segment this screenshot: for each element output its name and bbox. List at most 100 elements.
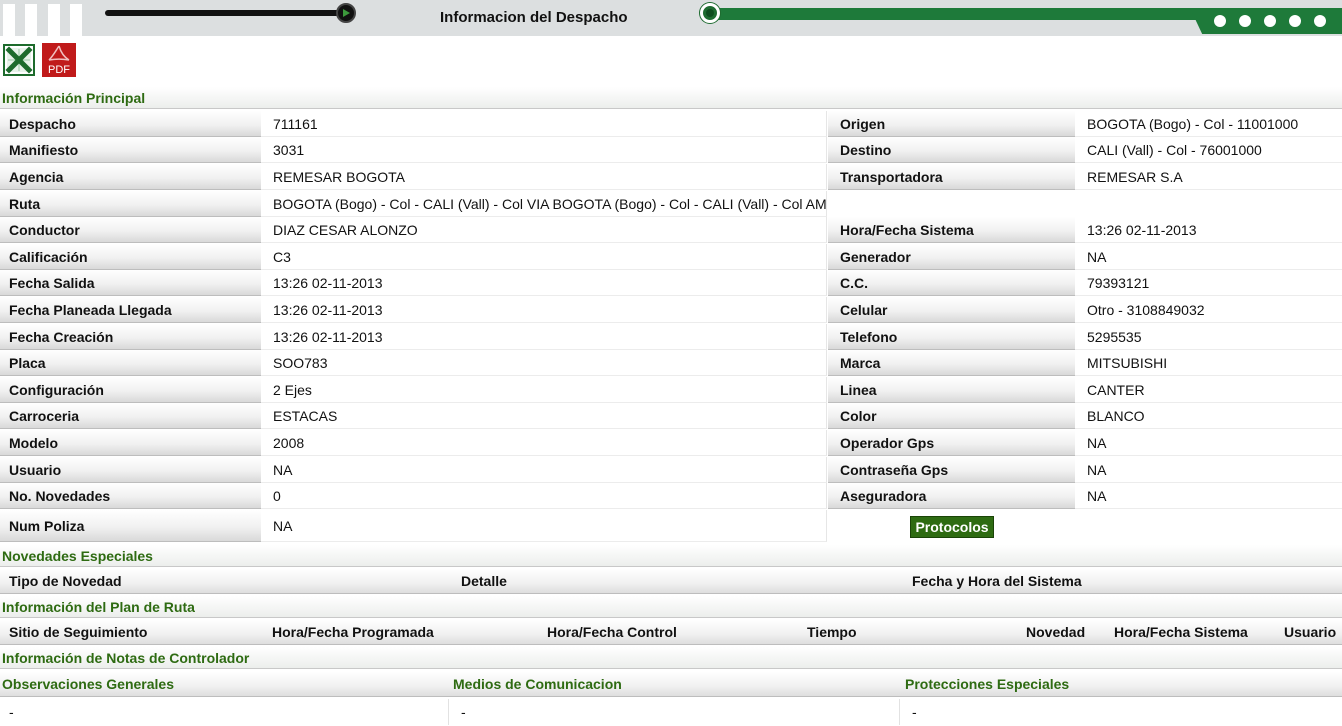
info-label: Despacho (0, 111, 261, 137)
info-label: No. Novedades (0, 483, 261, 509)
info-label: Usuario (0, 457, 261, 483)
banner-stripes (0, 4, 90, 36)
info-value: NA (1075, 430, 1342, 456)
info-value: MITSUBISHI (1075, 350, 1342, 376)
info-row: Carroceria ESTACAS Color BLANCO (0, 403, 1342, 430)
info-value: 711161 (261, 111, 827, 137)
info-row: Conductor DIAZ CESAR ALONZO Hora/Fecha Sis… (0, 217, 1342, 244)
info-value: BOGOTA (Bogo) - Col - CALI (Vall) - Col … (261, 191, 827, 217)
info-value: 79393121 (1075, 270, 1342, 296)
pdf-icon-label: PDF (48, 64, 70, 76)
col-hora-fecha-control: Hora/Fecha Control (547, 624, 677, 640)
info-row: Configuración 2 Ejes Linea CANTER (0, 377, 1342, 404)
info-row: Fecha Salida 13:26 02-11-2013 C.C. 79393121 (0, 270, 1342, 297)
info-label: Calificación (0, 244, 261, 270)
play-icon (336, 3, 356, 23)
info-value: 13:26 02-11-2013 (261, 324, 827, 350)
banner-dot (1214, 15, 1226, 27)
info-row: Fecha Creación 13:26 02-11-2013 Telefono 52… (0, 324, 1342, 351)
col-tiempo: Tiempo (807, 624, 857, 640)
banner-dot (1289, 15, 1301, 27)
info-label: Num Poliza (0, 510, 261, 542)
col-protecciones-especiales: Protecciones Especiales (905, 676, 1070, 692)
info-value: 13:26 02-11-2013 (261, 297, 827, 323)
info-value: 3031 (261, 137, 827, 163)
info-row: Agencia REMESAR BOGOTA Transportadora REMES… (0, 164, 1342, 191)
info-value: 13:26 02-11-2013 (261, 270, 827, 296)
info-value: DIAZ CESAR ALONZO (261, 217, 827, 243)
col-usuario: Usuario (1284, 624, 1337, 640)
info-value: 0 (261, 483, 827, 509)
info-value: NA (1075, 483, 1342, 509)
col-tipo-novedad: Tipo de Novedad (9, 573, 122, 589)
pdf-icon[interactable]: PDF (41, 42, 77, 78)
top-banner: Informacion del Despacho (0, 0, 1342, 36)
page-title: Informacion del Despacho (440, 9, 628, 26)
banner-dot (1239, 15, 1251, 27)
col-observaciones-generales: Observaciones Generales (2, 676, 174, 692)
info-value: NA (1075, 244, 1342, 270)
info-label: Aseguradora (828, 483, 1075, 509)
info-label: Generador (828, 244, 1075, 270)
plan-ruta-header-row: Sitio de Seguimiento Hora/Fecha Programa… (0, 620, 1342, 645)
info-row: Calificación C3 Generador NA (0, 244, 1342, 271)
banner-green-line (712, 8, 1212, 20)
info-row: Usuario NA Contraseña Gps NA (0, 457, 1342, 484)
info-label: Modelo (0, 430, 261, 456)
section-novedades-especiales: Novedades Especiales (0, 545, 1342, 567)
info-value: NA (1075, 457, 1342, 483)
section-plan-ruta: Información del Plan de Ruta (0, 596, 1342, 618)
info-value: SOO783 (261, 350, 827, 376)
info-label: Linea (828, 377, 1075, 403)
info-label: Hora/Fecha Sistema (828, 217, 1075, 243)
info-row: Placa SOO783 Marca MITSUBISHI (0, 350, 1342, 377)
col-hora-fecha-programada: Hora/Fecha Programada (272, 624, 434, 640)
info-row: Num Poliza NA (0, 510, 1342, 543)
info-value: BOGOTA (Bogo) - Col - 11001000 (1075, 111, 1342, 137)
col-hora-fecha-sistema: Hora/Fecha Sistema (1114, 624, 1248, 640)
info-value: NA (261, 510, 827, 542)
banner-green-knob (700, 3, 720, 23)
protecciones-value: - (912, 704, 917, 720)
banner-dot (1314, 15, 1326, 27)
info-label: Placa (0, 350, 261, 376)
info-label: Contraseña Gps (828, 457, 1075, 483)
info-row: Modelo 2008 Operador Gps NA (0, 430, 1342, 457)
observaciones-value: - (9, 704, 14, 720)
col-fecha-hora-sistema: Fecha y Hora del Sistema (912, 573, 1082, 589)
excel-icon[interactable] (3, 44, 35, 76)
banner-dot (1264, 15, 1276, 27)
protocolos-button[interactable]: Protocolos (910, 516, 994, 538)
notas-header-row: Observaciones Generales Medios de Comuni… (0, 672, 1342, 697)
info-value: CALI (Vall) - Col - 76001000 (1075, 137, 1342, 163)
info-label: Color (828, 403, 1075, 429)
info-label: Transportadora (828, 164, 1075, 190)
info-label: Fecha Salida (0, 270, 261, 296)
info-value: REMESAR S.A (1075, 164, 1342, 190)
info-value: REMESAR BOGOTA (261, 164, 827, 190)
info-label: Marca (828, 350, 1075, 376)
info-label: Agencia (0, 164, 261, 190)
col-detalle: Detalle (461, 573, 507, 589)
info-label: Configuración (0, 377, 261, 403)
info-row: Manifiesto 3031 Destino CALI (Vall) - Col -… (0, 137, 1342, 164)
info-value: ESTACAS (261, 403, 827, 429)
info-value: 5295535 (1075, 324, 1342, 350)
col-sitio-seguimiento: Sitio de Seguimiento (9, 624, 148, 640)
info-row: Ruta BOGOTA (Bogo) - Col - CALI (Vall) - … (0, 191, 1342, 218)
info-label: Fecha Planeada Llegada (0, 297, 261, 323)
col-novedad: Novedad (1026, 624, 1086, 640)
info-label: Conductor (0, 217, 261, 243)
notas-data-row: - - - (0, 699, 1342, 725)
info-value: 13:26 02-11-2013 (1075, 217, 1342, 243)
info-value: 2008 (261, 430, 827, 456)
info-label: C.C. (828, 270, 1075, 296)
section-notas-controlador: Información de Notas de Controlador (0, 647, 1342, 669)
info-label: Origen (828, 111, 1075, 137)
info-label: Telefono (828, 324, 1075, 350)
col-medios-comunicacion: Medios de Comunicacion (453, 676, 622, 692)
info-row: Fecha Planeada Llegada 13:26 02-11-2013 Ce… (0, 297, 1342, 324)
info-value: CANTER (1075, 377, 1342, 403)
info-label: Celular (828, 297, 1075, 323)
info-value: NA (261, 457, 827, 483)
